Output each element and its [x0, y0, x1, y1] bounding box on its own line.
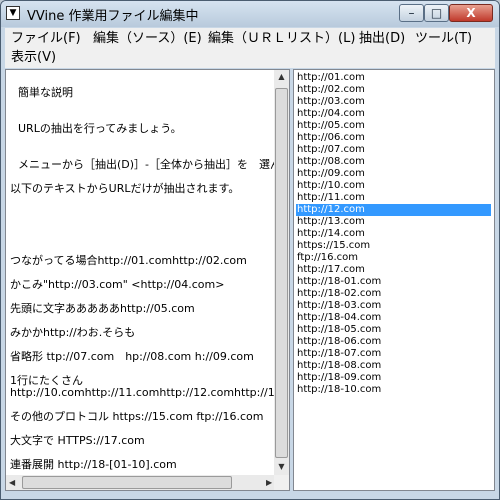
url-list-item[interactable]: http://01.com [296, 72, 491, 84]
url-list-item[interactable]: http://18-02.com [296, 288, 491, 300]
editor-line: 簡単な説明 [18, 86, 73, 99]
window-title: VVine 作業用ファイル編集中 [27, 9, 199, 24]
editor-line: 省略形 ttp://07.com hp://08.com h://09.com [10, 350, 254, 363]
url-list-item[interactable]: http://18-07.com [296, 348, 491, 360]
url-list-item[interactable]: http://18-05.com [296, 324, 491, 336]
url-list-item[interactable]: http://06.com [296, 132, 491, 144]
source-editor[interactable]: 簡単な説明 URLの抽出を行ってみましょう。 メニューから［抽出(D)］-［全体… [5, 69, 290, 491]
editor-line: つながってる場合http://01.comhttp://02.com [10, 254, 247, 267]
url-list-item[interactable]: http://18-09.com [296, 372, 491, 384]
editor-line: かこみ"http://03.com" <http://04.com> [10, 278, 225, 291]
scroll-left-icon[interactable]: ◀ [9, 478, 15, 487]
editor-vertical-scrollbar[interactable]: ▲ ▼ [274, 70, 289, 477]
url-list-item[interactable]: http://18-08.com [296, 360, 491, 372]
url-list-pane[interactable]: http://01.com http://02.com http://03.com h… [293, 69, 495, 491]
app-icon[interactable]: ▼ [6, 6, 20, 20]
url-list-item[interactable]: http://18-10.com [296, 384, 491, 396]
url-list-item[interactable]: http://05.com [296, 120, 491, 132]
editor-line: URLの抽出を行ってみましょう。 [18, 122, 182, 135]
minimize-button[interactable]: – [399, 4, 424, 22]
editor-line: 以下のテキストからURLだけが抽出されます。 [10, 182, 240, 195]
maximize-button[interactable]: □ [424, 4, 449, 22]
menu-bar: ファイル(F) 編集（ソース）(E) 編集（ＵＲＬリスト）(L) 抽出(D) ツ… [5, 28, 495, 68]
menu-edit-source[interactable]: 編集（ソース）(E) [93, 30, 202, 48]
app-window: ▼ VVine 作業用ファイル編集中 – □ X ファイル(F) 編集（ソース）… [0, 0, 500, 500]
source-text-area[interactable]: 簡単な説明 URLの抽出を行ってみましょう。 メニューから［抽出(D)］-［全体… [6, 70, 277, 477]
editor-vertical-scroll-thumb[interactable] [275, 88, 288, 458]
editor-line: その他のプロトコル https://15.com ftp://16.com [10, 410, 264, 423]
editor-line: 連番展開 http://18-[01-10].com [10, 458, 177, 471]
url-list-item[interactable]: http://18-06.com [296, 336, 491, 348]
url-list-item[interactable]: http://18-04.com [296, 312, 491, 324]
scroll-right-icon[interactable]: ▶ [266, 478, 272, 487]
url-list-item[interactable]: http://10.com [296, 180, 491, 192]
url-list-item[interactable]: ftp://16.com [296, 252, 491, 264]
url-list-item[interactable]: http://07.com [296, 144, 491, 156]
url-list-item[interactable]: http://08.com [296, 156, 491, 168]
editor-line: みかかhttp://わお.そらも [10, 326, 136, 339]
url-list-item[interactable]: http://17.com [296, 264, 491, 276]
scroll-up-icon[interactable]: ▲ [274, 72, 289, 81]
menu-tools[interactable]: ツール(T) [415, 30, 472, 48]
url-list-item[interactable]: https://15.com [296, 240, 491, 252]
editor-horizontal-scrollbar[interactable]: ◀ ▶ [6, 475, 277, 490]
menu-file[interactable]: ファイル(F) [11, 30, 81, 48]
url-list-item[interactable]: http://12.com [296, 204, 491, 216]
scrollbar-corner [274, 475, 289, 490]
url-list-item[interactable]: http://14.com [296, 228, 491, 240]
menu-extract[interactable]: 抽出(D) [359, 30, 405, 48]
url-list-item[interactable]: http://18-03.com [296, 300, 491, 312]
editor-line: 大文字で HTTPS://17.com [10, 434, 145, 447]
editor-line: http://10.comhttp://11.comhttp://12.comh… [10, 386, 277, 399]
url-list-item[interactable]: http://09.com [296, 168, 491, 180]
url-list-item[interactable]: http://03.com [296, 96, 491, 108]
url-list-item[interactable]: http://13.com [296, 216, 491, 228]
close-button[interactable]: X [449, 4, 493, 22]
menu-view[interactable]: 表示(V) [11, 49, 56, 67]
url-list-item[interactable]: http://04.com [296, 108, 491, 120]
url-list-item[interactable]: http://11.com [296, 192, 491, 204]
editor-horizontal-scroll-thumb[interactable] [22, 476, 232, 489]
scroll-down-icon[interactable]: ▼ [274, 462, 289, 471]
title-bar: ▼ VVine 作業用ファイル編集中 – □ X [1, 1, 499, 27]
url-list-item[interactable]: http://18-01.com [296, 276, 491, 288]
editor-line: 先頭に文字あああああhttp://05.com [10, 302, 195, 315]
editor-line: メニューから［抽出(D)］-［全体から抽出］を 選ん [18, 158, 277, 171]
menu-edit-url-list[interactable]: 編集（ＵＲＬリスト）(L) [208, 30, 355, 48]
url-list-item[interactable]: http://02.com [296, 84, 491, 96]
